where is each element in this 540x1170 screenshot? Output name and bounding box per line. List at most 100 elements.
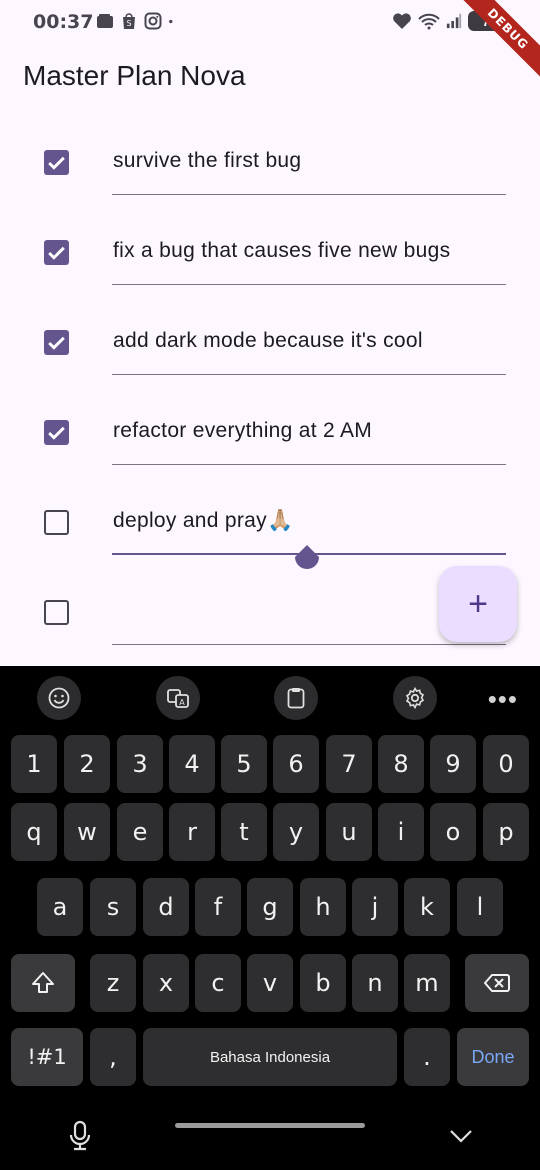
task-underline xyxy=(112,284,506,285)
key-9[interactable]: 9 xyxy=(430,735,476,793)
task-row-focused: deploy and pray🙏🏼 xyxy=(0,476,540,569)
key-1[interactable]: 1 xyxy=(11,735,57,793)
key-z[interactable]: z xyxy=(90,954,136,1012)
key-6[interactable]: 6 xyxy=(273,735,319,793)
task-checkbox[interactable] xyxy=(44,150,69,175)
key-t[interactable]: t xyxy=(221,803,267,861)
task-text-field[interactable]: refactor everything at 2 AM xyxy=(113,419,372,443)
debug-ribbon-label: DEBUG xyxy=(460,0,540,80)
wifi-icon xyxy=(418,13,440,30)
task-underline xyxy=(112,194,506,195)
task-text-field[interactable]: fix a bug that causes five new bugs xyxy=(113,239,450,263)
settings-icon xyxy=(405,686,425,710)
svg-text:S: S xyxy=(126,19,131,28)
debug-banner: DEBUG xyxy=(460,0,540,80)
key-j[interactable]: j xyxy=(352,878,398,936)
task-text-field[interactable]: add dark mode because it's cool xyxy=(113,329,423,353)
key-q[interactable]: q xyxy=(11,803,57,861)
check-icon xyxy=(48,426,65,440)
instagram-icon xyxy=(144,12,162,30)
task-row: survive the first bug xyxy=(0,116,540,206)
emoji-button[interactable] xyxy=(37,676,81,720)
wallet-icon xyxy=(97,14,113,28)
chevron-down-icon[interactable] xyxy=(448,1126,474,1146)
page-title: Master Plan Nova xyxy=(23,60,246,91)
backspace-key[interactable] xyxy=(465,954,529,1012)
microphone-icon[interactable] xyxy=(66,1120,94,1152)
task-checkbox[interactable] xyxy=(44,600,69,625)
key-5[interactable]: 5 xyxy=(221,735,267,793)
key-4[interactable]: 4 xyxy=(169,735,215,793)
navigation-handle[interactable] xyxy=(175,1123,365,1128)
symbols-key[interactable]: !#1 xyxy=(11,1028,83,1086)
key-o[interactable]: o xyxy=(430,803,476,861)
key-h[interactable]: h xyxy=(300,878,346,936)
task-text-field[interactable]: survive the first bug xyxy=(113,149,301,173)
task-underline xyxy=(112,464,506,465)
key-l[interactable]: l xyxy=(457,878,503,936)
key-c[interactable]: c xyxy=(195,954,241,1012)
key-u[interactable]: u xyxy=(326,803,372,861)
key-f[interactable]: f xyxy=(195,878,241,936)
key-w[interactable]: w xyxy=(64,803,110,861)
plus-icon: + xyxy=(468,584,488,623)
key-b[interactable]: b xyxy=(300,954,346,1012)
key-d[interactable]: d xyxy=(143,878,189,936)
task-row: refactor everything at 2 AM xyxy=(0,386,540,476)
status-bar: 00:37 S 7 xyxy=(0,0,540,44)
backspace-icon xyxy=(484,974,510,992)
key-r[interactable]: r xyxy=(169,803,215,861)
notification-icons: S xyxy=(96,12,178,30)
emoji-icon xyxy=(48,687,70,709)
check-icon xyxy=(48,336,65,350)
task-underline xyxy=(112,374,506,375)
key-7[interactable]: 7 xyxy=(326,735,372,793)
clipboard-icon xyxy=(287,688,305,709)
task-checkbox[interactable] xyxy=(44,510,69,535)
key-x[interactable]: x xyxy=(143,954,189,1012)
svg-text:A: A xyxy=(179,698,185,707)
clipboard-button[interactable] xyxy=(274,676,318,720)
translate-button[interactable]: A xyxy=(156,676,200,720)
check-icon xyxy=(48,246,65,260)
key-s[interactable]: s xyxy=(90,878,136,936)
keyboard-toolbar: A ••• xyxy=(0,666,540,726)
task-row: fix a bug that causes five new bugs xyxy=(0,206,540,296)
key-m[interactable]: m xyxy=(404,954,450,1012)
add-task-button[interactable]: + xyxy=(439,566,517,642)
key-e[interactable]: e xyxy=(117,803,163,861)
key-y[interactable]: y xyxy=(273,803,319,861)
translate-icon: A xyxy=(167,689,189,708)
key-v[interactable]: v xyxy=(247,954,293,1012)
key-2[interactable]: 2 xyxy=(64,735,110,793)
status-time: 00:37 xyxy=(33,11,94,33)
check-icon xyxy=(48,156,65,170)
task-underline xyxy=(112,644,506,645)
keyboard-bottom-bar xyxy=(0,1106,540,1170)
task-checkbox[interactable] xyxy=(44,240,69,265)
dot-icon xyxy=(169,19,173,24)
key-g[interactable]: g xyxy=(247,878,293,936)
task-text-field[interactable]: deploy and pray🙏🏼 xyxy=(113,509,293,533)
key-p[interactable]: p xyxy=(483,803,529,861)
key-n[interactable]: n xyxy=(352,954,398,1012)
key-8[interactable]: 8 xyxy=(378,735,424,793)
task-row: add dark mode because it's cool xyxy=(0,296,540,386)
key-a[interactable]: a xyxy=(37,878,83,936)
settings-button[interactable] xyxy=(393,676,437,720)
heart-icon xyxy=(393,13,411,29)
key-k[interactable]: k xyxy=(404,878,450,936)
task-checkbox[interactable] xyxy=(44,330,69,355)
more-icon[interactable]: ••• xyxy=(488,684,518,715)
shift-icon xyxy=(32,972,54,993)
key-3[interactable]: 3 xyxy=(117,735,163,793)
comma-key[interactable]: , xyxy=(90,1028,136,1086)
key-i[interactable]: i xyxy=(378,803,424,861)
period-key[interactable]: . xyxy=(404,1028,450,1086)
shift-key[interactable] xyxy=(11,954,75,1012)
done-key[interactable]: Done xyxy=(457,1028,529,1086)
keyboard: A ••• 1 2 3 4 5 6 7 8 9 0 q w e r t y u … xyxy=(0,666,540,1170)
task-checkbox[interactable] xyxy=(44,420,69,445)
key-0[interactable]: 0 xyxy=(483,735,529,793)
space-key[interactable]: Bahasa Indonesia xyxy=(143,1028,397,1086)
